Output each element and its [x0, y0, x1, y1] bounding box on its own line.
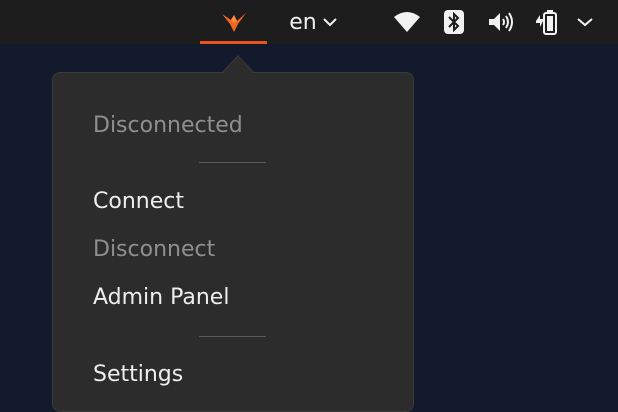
battery-icon — [536, 10, 557, 35]
menu-separator — [199, 162, 266, 163]
volume-icon — [489, 12, 513, 32]
indicator-dropdown-menu: Disconnected Connect Disconnect Admin Pa… — [52, 72, 414, 412]
volume-indicator[interactable] — [484, 0, 518, 44]
connect-menu-item[interactable]: Connect — [93, 187, 184, 217]
wifi-icon — [394, 12, 420, 32]
orange-bird-logo-icon — [221, 13, 246, 32]
chevron-down-icon — [323, 18, 337, 27]
menu-separator — [199, 336, 266, 337]
disconnect-menu-item: Disconnect — [93, 237, 216, 262]
system-menu-indicator[interactable] — [572, 0, 598, 44]
admin-panel-menu-item[interactable]: Admin Panel — [93, 283, 229, 313]
app-indicator[interactable] — [200, 0, 267, 44]
battery-indicator[interactable] — [532, 0, 562, 44]
settings-menu-item[interactable]: Settings — [93, 360, 183, 390]
wifi-indicator[interactable] — [390, 0, 424, 44]
language-indicator[interactable]: en — [280, 0, 346, 44]
chevron-down-icon — [577, 18, 593, 27]
top-panel: en — [0, 0, 618, 44]
menu-pointer-fill — [222, 57, 254, 74]
active-indicator-underline — [200, 41, 267, 44]
bluetooth-icon — [444, 10, 464, 34]
bluetooth-indicator[interactable] — [440, 0, 468, 44]
connection-status-label: Disconnected — [93, 113, 243, 138]
language-label: en — [289, 9, 317, 35]
